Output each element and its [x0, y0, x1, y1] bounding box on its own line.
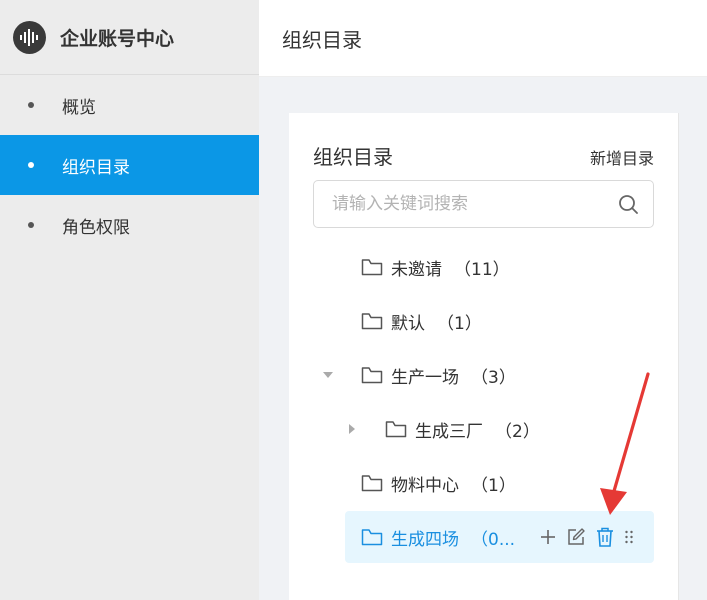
drag-handle-icon[interactable]: [624, 529, 634, 545]
folder-icon: [361, 313, 383, 330]
tree-node-label: 生成三厂: [415, 421, 483, 442]
audio-wave-logo-icon: [13, 20, 46, 54]
caret-right-icon[interactable]: [345, 422, 359, 436]
folder-icon: [361, 259, 383, 276]
search-icon[interactable]: [617, 193, 639, 215]
tree-node-label: 生产一场: [391, 367, 459, 388]
bullet-icon: [28, 102, 34, 108]
sidebar: 企业账号中心 概览 组织目录 角色权限: [0, 0, 259, 600]
trash-icon[interactable]: [596, 527, 614, 547]
tree-node-label: 物料中心: [391, 475, 459, 496]
directory-panel: 组织目录 新增目录 未邀请 （11） 默认 （1） 生产一场 （3） 生成三: [289, 113, 679, 600]
nav-item-label: 组织目录: [62, 157, 130, 178]
folder-icon: [361, 529, 383, 546]
add-directory-button[interactable]: 新增目录: [590, 145, 654, 169]
tree-node-count: （2）: [495, 421, 540, 442]
row-actions: [540, 527, 634, 547]
page-title: 组织目录: [282, 27, 362, 52]
nav-item-label: 角色权限: [62, 217, 130, 238]
bullet-icon: [28, 162, 34, 168]
tree-node[interactable]: 默认 （1）: [313, 295, 654, 347]
tree-node[interactable]: 未邀请 （11）: [313, 241, 654, 293]
search-box: [313, 180, 654, 228]
nav-item-overview[interactable]: 概览: [0, 75, 259, 135]
search-input[interactable]: [332, 194, 617, 214]
bullet-icon: [28, 222, 34, 228]
tree-node-count: （11）: [454, 259, 510, 280]
tree-node-label: 未邀请: [391, 259, 442, 280]
panel-title: 组织目录: [313, 145, 393, 169]
nav-item-role-permissions[interactable]: 角色权限: [0, 195, 259, 255]
plus-icon[interactable]: [540, 529, 556, 545]
tree-node-count: （3）: [471, 367, 516, 388]
tree-node-label: 生成四场: [391, 529, 459, 550]
panel-header: 组织目录 新增目录: [313, 141, 654, 170]
nav-item-org-directory[interactable]: 组织目录: [0, 135, 259, 195]
edit-icon[interactable]: [566, 527, 586, 547]
folder-icon: [361, 367, 383, 384]
folder-icon: [361, 475, 383, 492]
annotation-arrow-icon: [600, 372, 650, 515]
tree-node-count: （1）: [471, 475, 516, 496]
nav-item-label: 概览: [62, 97, 96, 118]
tree-node-count: （0...: [471, 529, 516, 550]
brand-title: 企业账号中心: [60, 27, 175, 50]
brand: 企业账号中心: [0, 0, 259, 75]
tree-node-count: （1）: [437, 313, 482, 334]
folder-icon: [385, 421, 407, 438]
page-header: 组织目录: [259, 0, 707, 77]
tree-node-label: 默认: [391, 313, 425, 334]
caret-down-icon[interactable]: [321, 368, 335, 382]
